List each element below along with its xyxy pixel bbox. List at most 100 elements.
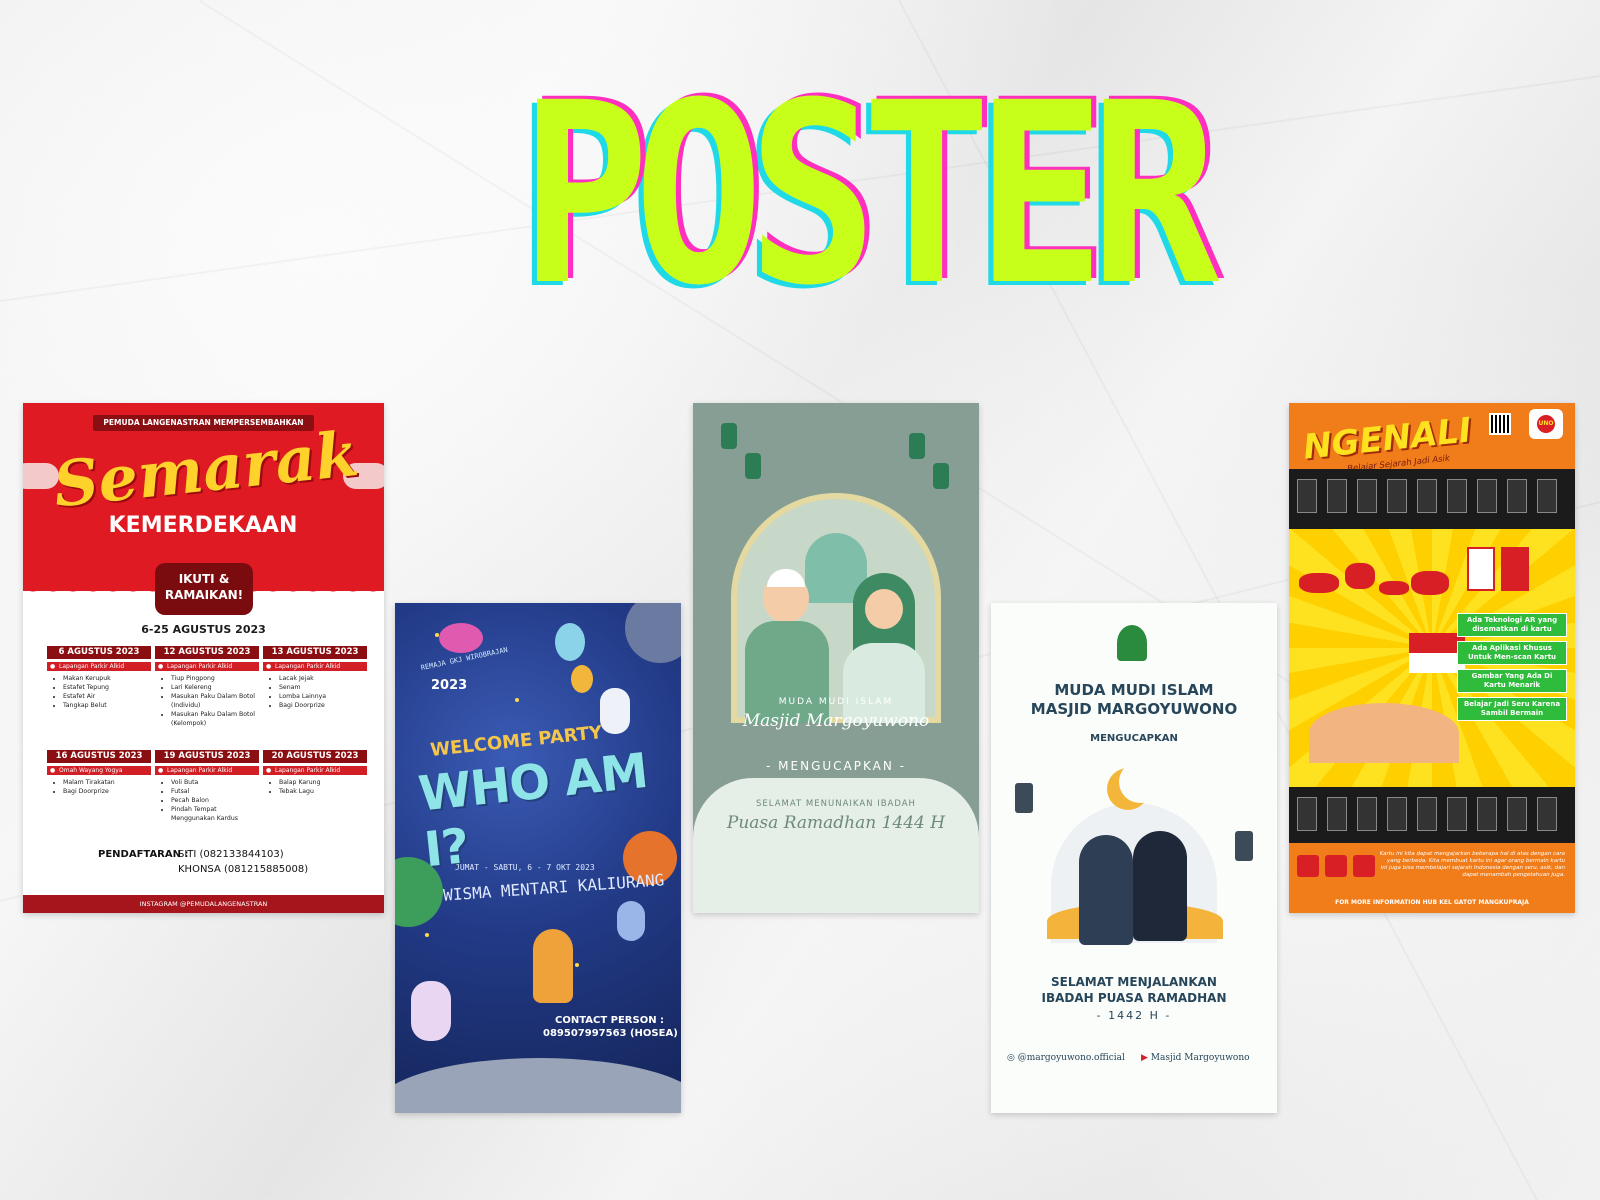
- card-icon: [1537, 479, 1557, 513]
- youtube-icon: ▶: [1141, 1053, 1151, 1063]
- page-title: POSTER POSTER POSTER: [515, 67, 1225, 324]
- contact-label: CONTACT PERSON :: [555, 1015, 665, 1026]
- join-badge-line2: RAMAIKAN!: [164, 588, 244, 602]
- event-location: Lapangan Parkir Alkid: [155, 766, 259, 775]
- card-icon: [1507, 479, 1527, 513]
- event-date: 6 AGUSTUS 2023: [47, 646, 151, 659]
- star-icon: [425, 933, 429, 937]
- hijri-year: - 1442 H -: [1096, 1009, 1172, 1022]
- lantern-icon: [745, 453, 761, 479]
- indonesia-map-icon: [1299, 563, 1449, 623]
- instagram-handle-text: @margoyuwono.official: [1017, 1053, 1125, 1063]
- poster-ngenali-uno[interactable]: NGENALI Belajar Sejarah Jadi Asik UNO Ad…: [1289, 403, 1575, 913]
- qr-code-icon: [1489, 413, 1511, 435]
- event-column: 12 AGUSTUS 2023 Lapangan Parkir Alkid Ti…: [155, 646, 259, 728]
- info-footer: FOR MORE INFORMATION HUB KEL GATOT MANGK…: [1335, 899, 1529, 906]
- event-item: Lari Kelereng: [171, 683, 259, 692]
- card-icon: [1447, 479, 1467, 513]
- event-item: Pecah Balon: [171, 796, 259, 805]
- moon-surface: [395, 1058, 681, 1113]
- event-date: 20 AGUSTUS 2023: [263, 750, 367, 763]
- contact-value: 089507997563 (HOSEA): [543, 1028, 678, 1039]
- card-icon: [1417, 797, 1437, 831]
- event-column: 19 AGUSTUS 2023 Lapangan Parkir Alkid Vo…: [155, 750, 259, 823]
- youtube-channel: ▶ Masjid Margoyuwono: [1141, 1053, 1250, 1063]
- poster-semarak-kemerdekaan[interactable]: PEMUDA LANGENASTRAN MEMPERSEMBAHKAN Sema…: [23, 403, 384, 913]
- rocket-icon: [533, 929, 573, 1003]
- card-icon: [1327, 479, 1347, 513]
- event-date-range: 6-25 AGUSTUS 2023: [141, 623, 266, 636]
- poster-subheadline: KEMERDEKAAN: [108, 513, 298, 538]
- feature-box: Gambar Yang Ada Di Kartu Menarik: [1457, 669, 1567, 693]
- event-item: Makan Kerupuk: [63, 674, 151, 683]
- card-icon: [1477, 479, 1497, 513]
- lantern-icon: [721, 423, 737, 449]
- event-item: Estafet Tepung: [63, 683, 151, 692]
- poster-ramadhan-white[interactable]: MUDA MUDI ISLAM MASJID MARGOYUWONO MENGU…: [991, 603, 1277, 1113]
- planet-icon: [625, 603, 681, 663]
- event-venue: WISMA MENTARI KALIURANG: [442, 870, 665, 905]
- balloon-icon: [555, 623, 585, 661]
- event-item: Futsal: [171, 787, 259, 796]
- card-strip: [1289, 787, 1575, 843]
- card-strip: [1289, 469, 1575, 529]
- organizer-label: MUDA MUDI ISLAM: [1054, 681, 1214, 699]
- event-location: Lapangan Parkir Alkid: [263, 766, 367, 775]
- event-list: Lacak Jejak Senam Lomba Lainnya Bagi Doo…: [263, 674, 367, 710]
- event-item: Senam: [279, 683, 367, 692]
- poster-welcome-party[interactable]: REMAJA GKJ WIROBRAJAN 2023 WELCOME PARTY…: [395, 603, 681, 1113]
- event-item: Malam Tirakatan: [63, 778, 151, 787]
- poster-ramadhan-green[interactable]: MUDA MUDI ISLAM Masjid Margoyuwono - MEN…: [693, 403, 979, 913]
- event-item: Bagi Doorprize: [63, 787, 151, 796]
- organization-logo: [1117, 625, 1147, 661]
- event-date: JUMAT - SABTU, 6 - 7 OKT 2023: [455, 863, 595, 872]
- man-illustration: [1079, 835, 1133, 945]
- event-location: Lapangan Parkir Alkid: [263, 662, 367, 671]
- uno-logo-text: UNO: [1537, 415, 1555, 433]
- star-icon: [515, 698, 519, 702]
- rocket-icon: [617, 901, 645, 941]
- event-list: Malam Tirakatan Bagi Doorprize: [47, 778, 151, 796]
- event-item: Masukan Paku Dalam Botol (Individu): [171, 692, 259, 710]
- join-badge: IKUTI & RAMAIKAN!: [155, 563, 253, 615]
- lantern-icon: [909, 433, 925, 459]
- registration-label: PENDAFTARAN :: [98, 849, 189, 860]
- greeting-line: SELAMAT MENJALANKAN: [1051, 975, 1217, 989]
- event-date: 16 AGUSTUS 2023: [47, 750, 151, 763]
- card-icon: [1537, 797, 1557, 831]
- event-item: Voli Buta: [171, 778, 259, 787]
- event-item: Lacak Jejak: [279, 674, 367, 683]
- instagram-footer: INSTAGRAM @PEMUDALANGENASTRAN: [23, 895, 384, 913]
- registration-contact: SITI (082133844103): [178, 849, 284, 860]
- lantern-icon: [1235, 831, 1253, 861]
- woman-illustration: [1133, 831, 1187, 941]
- event-date: 13 AGUSTUS 2023: [263, 646, 367, 659]
- event-list: Voli Buta Futsal Pecah Balon Pindah Temp…: [155, 778, 259, 823]
- greeting-line: IBADAH PUASA RAMADHAN: [1041, 991, 1227, 1005]
- event-column: 20 AGUSTUS 2023 Lapangan Parkir Alkid Ba…: [263, 750, 367, 796]
- instagram-handle: ◎ @margoyuwono.official: [1007, 1053, 1125, 1063]
- mosque-name: Masjid Margoyuwono: [742, 711, 930, 731]
- event-list: Tiup Pingpong Lari Kelereng Masukan Paku…: [155, 674, 259, 728]
- players-icon: [1325, 855, 1347, 877]
- player-count-icon: [1297, 855, 1319, 877]
- event-date: 19 AGUSTUS 2023: [155, 750, 259, 763]
- event-date: 12 AGUSTUS 2023: [155, 646, 259, 659]
- card-icon: [1357, 479, 1377, 513]
- greeting-line: SELAMAT MENUNAIKAN IBADAH: [756, 799, 916, 809]
- event-item: Lomba Lainnya: [279, 692, 367, 701]
- event-list: Balap Karung Tebak Lagu: [263, 778, 367, 796]
- youtube-channel-text: Masjid Margoyuwono: [1150, 1053, 1250, 1063]
- event-column: 16 AGUSTUS 2023 Omah Wayang Yogya Malam …: [47, 750, 151, 796]
- event-item: Bagi Doorprize: [279, 701, 367, 710]
- lantern-icon: [933, 463, 949, 489]
- balloon-icon: [571, 665, 593, 693]
- title-text: POSTER: [520, 49, 1219, 340]
- organizer-label: MUDA MUDI ISLAM: [778, 697, 894, 707]
- greeting-headline: Puasa Ramadhan 1444 H: [726, 813, 946, 833]
- event-item: Estafet Air: [63, 692, 151, 701]
- card-icon: [1297, 479, 1317, 513]
- feature-box: Belajar Jadi Seru Karena Sambil Bermain: [1457, 697, 1567, 721]
- event-list: Makan Kerupuk Estafet Tepung Estafet Air…: [47, 674, 151, 710]
- card-icon: [1387, 479, 1407, 513]
